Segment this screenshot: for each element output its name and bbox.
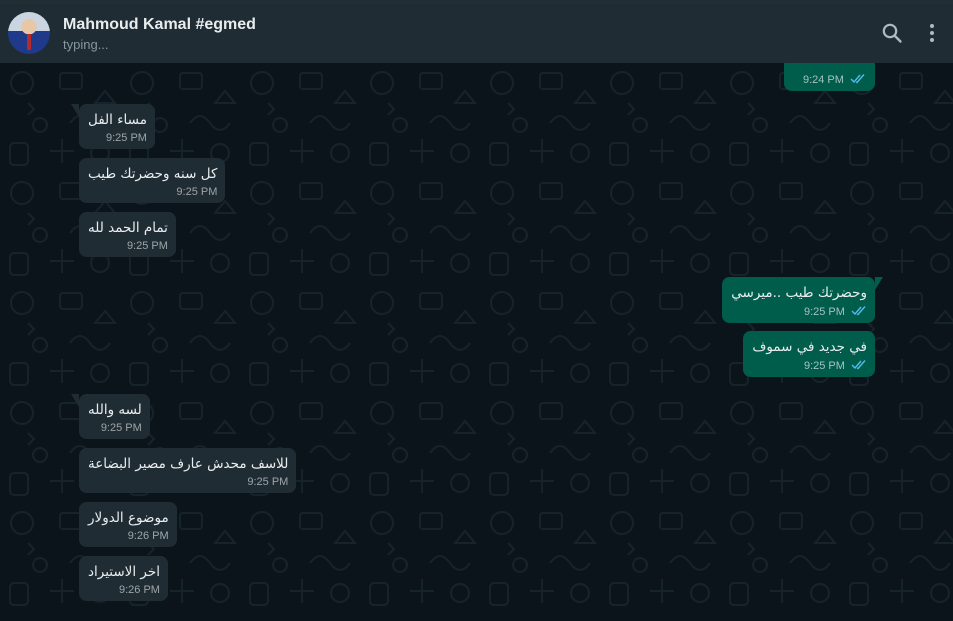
search-button[interactable]: [880, 21, 904, 45]
message-text: للاسف محدش عارف مصير البضاعة: [88, 456, 289, 472]
message-text: كل سنه وحضرتك طيب: [88, 166, 218, 182]
message-bubble-incoming[interactable]: موضوع الدولار 9:26 PM: [79, 502, 177, 547]
message-time: 9:25 PM: [803, 306, 845, 318]
message-text: مساء الفل: [88, 112, 147, 128]
contact-status: typing...: [63, 37, 109, 52]
message-text: في جديد في سموف: [752, 339, 867, 355]
double-check-icon: [850, 74, 865, 84]
message-bubble-incoming[interactable]: للاسف محدش عارف مصير البضاعة 9:25 PM: [79, 448, 297, 493]
message-bubble-outgoing[interactable]: وحضرتك طيب ..ميرسي 9:25 PM: [722, 277, 883, 323]
message-bubble-incoming[interactable]: كل سنه وحضرتك طيب 9:25 PM: [79, 158, 226, 203]
message-time: 9:24 PM: [802, 74, 844, 86]
message-bubble-incoming[interactable]: تمام الحمد لله 9:25 PM: [79, 212, 176, 257]
message-text: تمام الحمد لله: [88, 220, 168, 236]
message-time: 9:25 PM: [100, 422, 142, 434]
message-time: 9:25 PM: [176, 186, 218, 198]
message-time: 9:26 PM: [127, 530, 169, 542]
message-text: لسه والله: [88, 402, 142, 418]
message-bubble-incoming[interactable]: اخر الاستيراد 9:26 PM: [79, 556, 168, 601]
message-time: 9:26 PM: [119, 584, 160, 596]
double-check-icon: [851, 306, 866, 316]
message-time: 9:25 PM: [126, 240, 168, 252]
contact-avatar[interactable]: [8, 12, 50, 54]
message-list[interactable]: 9:24 PM مساء الفل 9:25 PM كل سنه وحضرتك …: [0, 63, 953, 621]
message-bubble-incoming[interactable]: لسه والله 9:25 PM: [71, 394, 150, 439]
message-bubble-outgoing[interactable]: 9:24 PM: [784, 63, 875, 91]
search-icon: [882, 23, 902, 43]
message-bubble-outgoing[interactable]: في جديد في سموف 9:25 PM: [743, 331, 875, 377]
message-text: اخر الاستيراد: [88, 564, 160, 580]
message-time: 9:25 PM: [247, 476, 289, 488]
contact-name[interactable]: Mahmoud Kamal #egmed: [63, 16, 256, 34]
double-check-icon: [851, 360, 866, 370]
message-time: 9:25 PM: [105, 132, 147, 144]
message-time: 9:25 PM: [803, 360, 845, 372]
menu-button[interactable]: [920, 21, 944, 45]
message-text: موضوع الدولار: [88, 510, 169, 526]
chat-header: Mahmoud Kamal #egmed typing...: [0, 4, 953, 63]
message-bubble-incoming[interactable]: مساء الفل 9:25 PM: [71, 104, 155, 149]
message-text: وحضرتك طيب ..ميرسي: [731, 285, 867, 301]
more-vertical-icon: [930, 24, 934, 42]
